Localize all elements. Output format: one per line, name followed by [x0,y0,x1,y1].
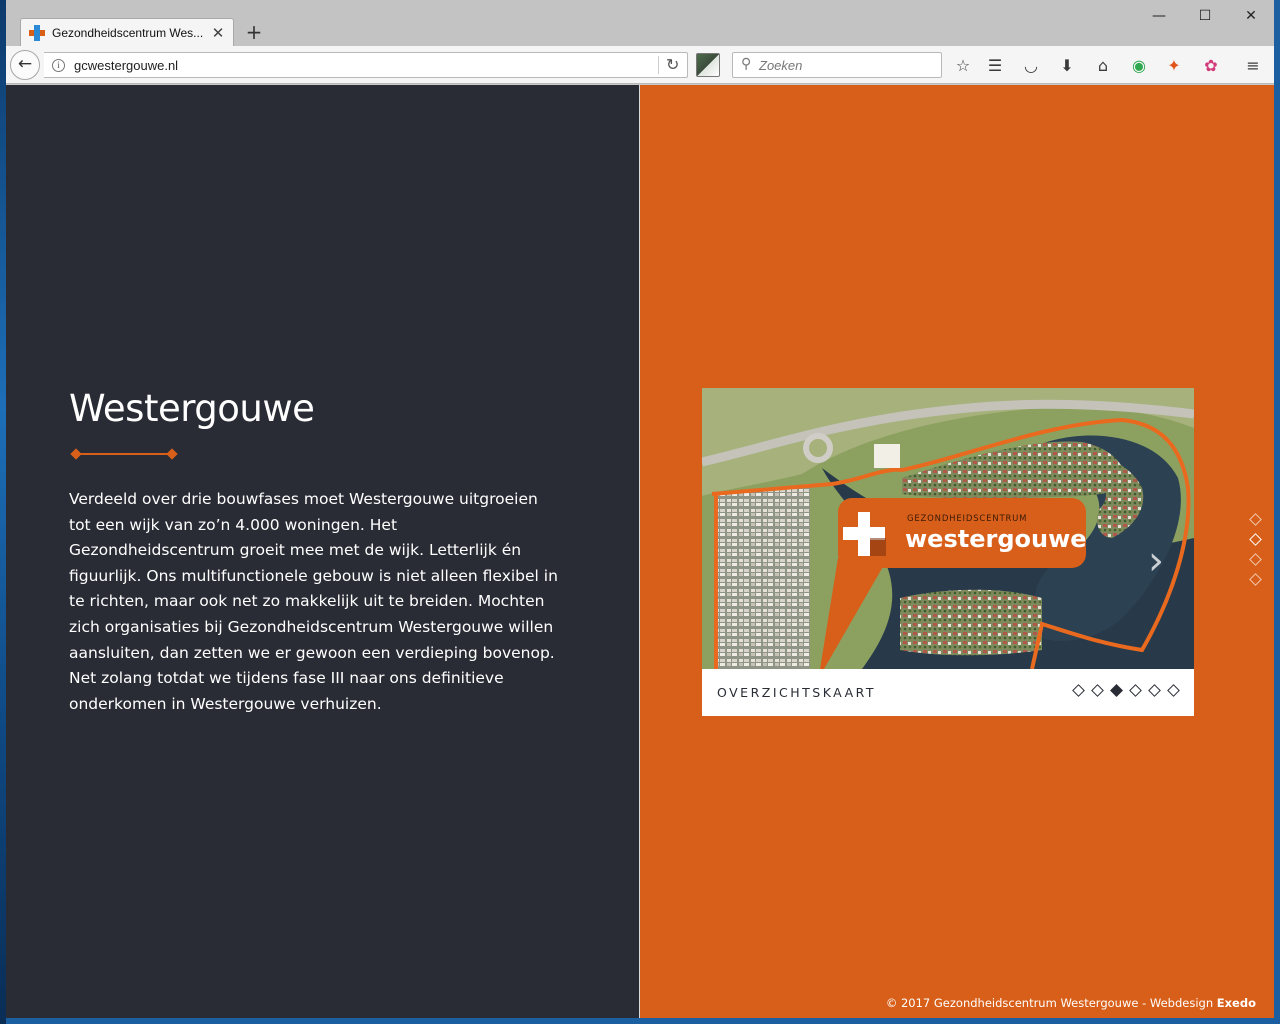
section-nav-dot-1[interactable] [1249,513,1262,526]
chat-extension-icon[interactable]: ◉ [1128,55,1150,77]
tab-title: Gezondheidscentrum Wes... [52,25,204,40]
back-button[interactable]: ← [10,50,40,80]
navigation-bar: ← i gcwestergouwe.nl ↻ ⚲ Zoeken ☆ ☰ ◡ ⬇ … [6,46,1274,84]
star-icon[interactable]: ☆ [952,55,974,77]
section-nav-dot-3[interactable] [1249,553,1262,566]
browser-window: Gezondheidscentrum Wes... ✕ + — ☐ ✕ ← i … [6,0,1274,1018]
info-icon[interactable]: i [52,59,65,72]
section-nav-dot-4[interactable] [1249,573,1262,586]
slider-dot-3[interactable] [1110,684,1123,697]
download-icon[interactable]: ⬇ [1056,55,1078,77]
reload-icon[interactable]: ↻ [666,55,679,74]
section-navigation [1249,513,1262,595]
slider-dot-6[interactable] [1167,684,1180,697]
tab-strip: Gezondheidscentrum Wes... ✕ + — ☐ ✕ [6,0,1274,46]
image-slider: GEZONDHEIDSCENTRUM westergouwe › OVERZIC… [702,388,1194,716]
browser-tab[interactable]: Gezondheidscentrum Wes... ✕ [20,18,234,46]
web-page: Westergouwe Verdeeld over drie bouwfases… [6,85,1274,1018]
screenshot-extension-icon[interactable] [696,53,720,77]
colorful-extension-icon[interactable]: ✿ [1200,55,1222,77]
slide-caption: OVERZICHTSKAART [717,685,877,700]
media-panel: GEZONDHEIDSCENTRUM westergouwe › OVERZIC… [640,85,1274,1018]
pocket-icon[interactable]: ◡ [1020,55,1042,77]
footer-credits: © 2017 Gezondheidscentrum Westergouwe - … [886,996,1256,1010]
plus-cross-icon [29,24,45,41]
slider-dot-2[interactable] [1091,684,1104,697]
section-nav-dot-2[interactable] [1249,533,1262,546]
new-tab-button[interactable]: + [242,20,266,44]
close-window-button[interactable]: ✕ [1228,2,1274,30]
intro-paragraph: Verdeeld over drie bouwfases moet Wester… [69,490,558,713]
tab-close-icon[interactable]: ✕ [211,24,225,42]
content-panel: Westergouwe Verdeeld over drie bouwfases… [6,85,639,1018]
slide-overview-map[interactable]: GEZONDHEIDSCENTRUM westergouwe [702,388,1194,669]
search-icon: ⚲ [741,56,752,72]
slider-dot-1[interactable] [1072,684,1085,697]
title-underline-ornament [70,448,178,460]
maximize-button[interactable]: ☐ [1182,2,1228,30]
menu-icon[interactable]: ≡ [1242,55,1264,77]
minimize-button[interactable]: — [1136,2,1182,30]
slider-dot-5[interactable] [1148,684,1161,697]
slider-dot-4[interactable] [1129,684,1142,697]
logo-small-text: GEZONDHEIDSCENTRUM [907,514,1027,524]
search-placeholder: Zoeken [759,58,803,73]
reading-list-icon[interactable]: ☰ [984,55,1006,77]
page-title: Westergouwe [69,387,315,430]
url-separator [658,56,659,74]
arrow-left-icon: ← [17,54,33,74]
slider-pagination [1064,684,1180,697]
footer-brand-link[interactable]: Exedo [1217,996,1256,1010]
search-input[interactable]: ⚲ Zoeken [732,52,942,78]
home-icon[interactable]: ⌂ [1092,55,1114,77]
url-bar[interactable]: i gcwestergouwe.nl ↻ [44,52,688,78]
logo-main-text: westergouwe [905,525,1087,553]
footer-text: © 2017 Gezondheidscentrum Westergouwe - … [885,996,1214,1010]
chevron-right-icon[interactable]: › [1148,538,1164,584]
addon-extension-icon[interactable]: ✦ [1163,55,1185,77]
url-text[interactable]: gcwestergouwe.nl [74,58,178,73]
